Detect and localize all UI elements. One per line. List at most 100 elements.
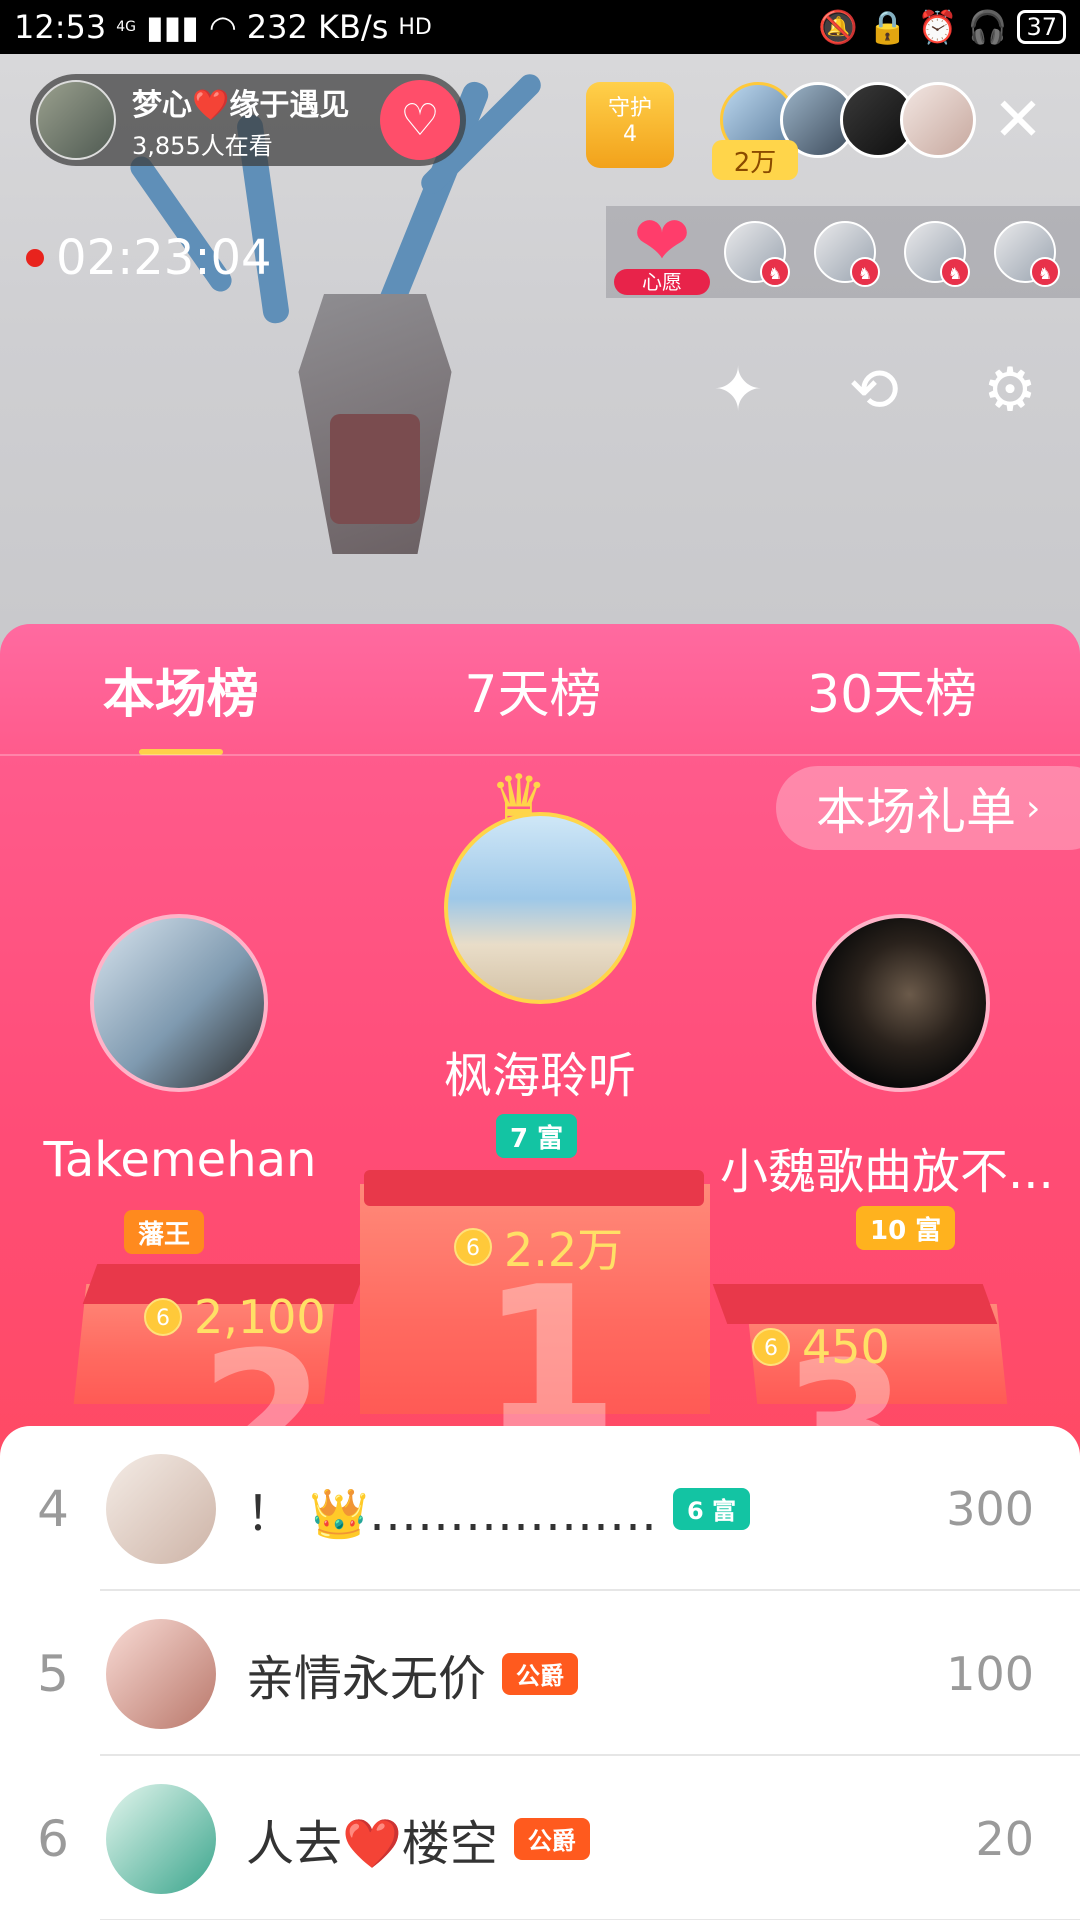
headphones-icon: 🎧 (967, 8, 1008, 46)
sofa-icon: ♞ (1030, 257, 1060, 287)
battery-indicator: 37 (1017, 10, 1066, 44)
seat-avatar[interactable]: ♞ (994, 221, 1060, 287)
guard-label: 守护 (607, 96, 652, 121)
follow-button[interactable]: ♡ (380, 80, 460, 160)
heart-face-icon: ❤ (633, 202, 691, 281)
user-avatar[interactable] (106, 1783, 216, 1894)
noble-badge: 公爵 (502, 1652, 579, 1695)
first-place-score: 6 2.2万 (454, 1214, 623, 1280)
rank-number: 4 (37, 1479, 69, 1538)
score-value: 450 (802, 1320, 890, 1374)
user-name-group: 亲情永无价 公爵 (246, 1639, 579, 1709)
list-item[interactable]: 6 人去❤️楼空 公爵 20 (0, 1756, 1080, 1920)
sofa-icon: ♞ (940, 257, 970, 287)
viewer-avatar[interactable] (900, 82, 976, 158)
chevron-right-icon: › (1026, 787, 1041, 829)
signal-icon: ▮▮▮ (145, 8, 199, 46)
close-button[interactable]: ✕ (990, 90, 1046, 150)
user-name-group: 人去❤️楼空 公爵 (246, 1804, 590, 1874)
tab-current[interactable]: 本场榜 (83, 652, 279, 755)
deer-nose-decoration (330, 414, 420, 524)
tab-30-days[interactable]: 30天榜 (787, 652, 997, 727)
host-avatar[interactable] (36, 80, 116, 160)
flip-camera-button[interactable]: ⟲ (836, 352, 912, 428)
magic-wand-icon: ✦ (712, 355, 764, 425)
ranking-tabs: 本场榜 7天榜 30天榜 (0, 624, 1080, 755)
host-name: 梦心❤️缘于遇见 (132, 87, 350, 123)
second-place-avatar[interactable] (90, 914, 268, 1092)
heart-plus-icon: ♡ (400, 94, 440, 146)
gear-icon: ⚙ (983, 355, 1037, 425)
score-value: 2,100 (194, 1290, 326, 1344)
wish-button[interactable]: ❤ 心愿 (614, 207, 710, 297)
close-icon: ✕ (992, 85, 1044, 155)
rank-number: 5 (37, 1644, 69, 1703)
user-name: 人去❤️楼空 (246, 1815, 498, 1872)
status-bar: 12:53 4G ▮▮▮ ◠ 232 KB/s HD 🔕 🔒 ⏰ 🎧 37 (0, 0, 1080, 54)
first-place-avatar[interactable] (444, 812, 636, 1004)
seat-avatar[interactable]: ♞ (904, 221, 970, 287)
contribution-badge: 2万 (712, 140, 798, 180)
guard-count: 4 (623, 122, 637, 147)
lock-icon: 🔒 (867, 8, 908, 46)
viewer-count: 3,855人在看 (132, 131, 273, 160)
mute-icon: 🔕 (818, 8, 858, 46)
podium-first-top (364, 1170, 704, 1206)
seat-avatar[interactable]: ♞ (814, 221, 880, 287)
wealth-badge: 6 富 (673, 1487, 751, 1530)
alarm-icon: ⏰ (917, 8, 958, 46)
net-speed: 232 KB/s (246, 8, 389, 46)
user-name: 亲情永无价 (246, 1650, 487, 1707)
network-type: 4G (116, 19, 136, 35)
noble-badge: 藩王 (124, 1210, 205, 1254)
tab-7-days[interactable]: 7天榜 (444, 652, 621, 727)
user-score: 20 (975, 1811, 1034, 1866)
third-place-name: 小魏歌曲放不... (720, 1144, 1054, 1200)
beauty-button[interactable]: ✦ (700, 352, 776, 428)
first-place-name: 枫海聆听 (443, 1048, 636, 1104)
wealth-badge: 7 富 (496, 1114, 578, 1158)
second-place-name: Takemehan (43, 1132, 317, 1188)
podium-third-top (712, 1284, 998, 1324)
third-place-avatar[interactable] (812, 914, 990, 1092)
user-name-group: ！ 👑……………… 6 富 (246, 1474, 751, 1544)
wealth-badge: 10 富 (856, 1206, 956, 1250)
settings-button[interactable]: ⚙ (972, 352, 1048, 428)
coin-icon: 6 (454, 1228, 492, 1266)
clock: 12:53 (14, 8, 107, 46)
user-avatar[interactable] (106, 1453, 216, 1564)
gift-list-label: 本场礼单 (816, 783, 1016, 841)
user-score: 300 (946, 1481, 1034, 1536)
noble-badge: 公爵 (513, 1817, 590, 1860)
list-item[interactable]: 4 ！ 👑……………… 6 富 300 (0, 1426, 1080, 1591)
recording-dot (26, 249, 44, 267)
list-item[interactable]: 5 亲情永无价 公爵 100 (0, 1591, 1080, 1756)
third-place-score: 6 450 (752, 1320, 890, 1374)
hd-icon: HD (398, 14, 432, 40)
user-name: ！ 👑……………… (246, 1485, 658, 1542)
tab-label: 30天榜 (807, 664, 978, 725)
host-info[interactable]: 梦心❤️缘于遇见 3,855人在看 ♡ (30, 74, 466, 166)
gift-list-button[interactable]: 本场礼单 › (776, 766, 1080, 850)
timer-text: 02:23:04 (56, 230, 272, 286)
divider (0, 754, 1080, 756)
tab-label: 7天榜 (464, 664, 602, 725)
user-score: 100 (946, 1646, 1034, 1701)
tab-label: 本场榜 (102, 664, 259, 725)
guard-badge[interactable]: 守护 4 (586, 82, 674, 168)
ranking-list: 4 ！ 👑……………… 6 富 300 5 亲情永无价 公爵 100 6 人去❤… (0, 1426, 1080, 1920)
wish-and-seats: ❤ 心愿 ♞ ♞ ♞ ♞ (606, 206, 1080, 298)
sofa-icon: ♞ (850, 257, 880, 287)
camera-switch-icon: ⟲ (848, 355, 900, 425)
rank-number: 6 (37, 1809, 69, 1868)
wish-label: 心愿 (614, 269, 710, 295)
seat-avatar[interactable]: ♞ (724, 221, 790, 287)
score-value: 2.2万 (504, 1223, 624, 1277)
sofa-icon: ♞ (760, 257, 790, 287)
wifi-icon: ◠ (208, 8, 237, 46)
second-place-score: 6 2,100 (144, 1290, 326, 1344)
coin-icon: 6 (752, 1328, 790, 1366)
stream-timer: 02:23:04 (26, 230, 272, 286)
user-avatar[interactable] (106, 1618, 216, 1729)
coin-icon: 6 (144, 1298, 182, 1336)
